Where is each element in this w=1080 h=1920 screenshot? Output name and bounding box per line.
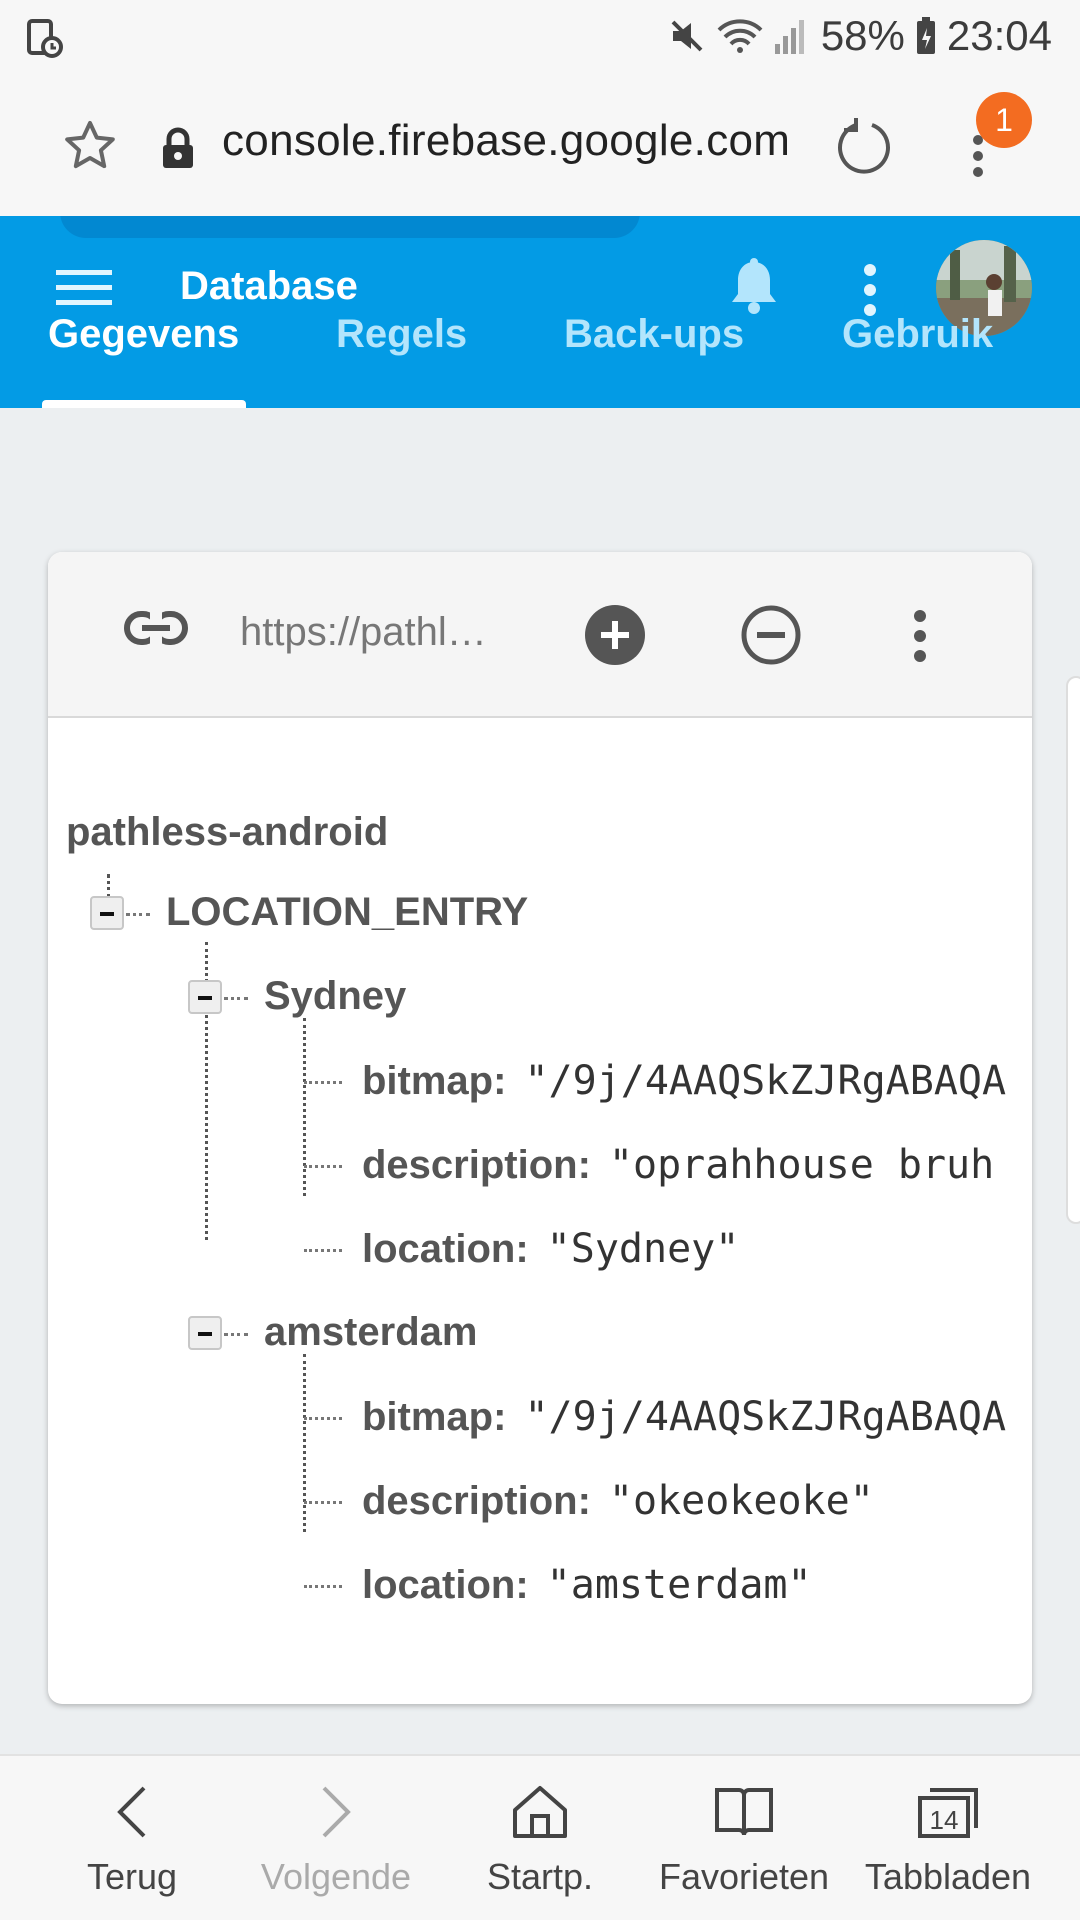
tree-connector: [224, 1333, 248, 1336]
tree-connector: [304, 1417, 342, 1420]
menu-icon[interactable]: [56, 268, 112, 313]
back-icon: [117, 1786, 146, 1838]
battery-percent: 58%: [820, 12, 905, 59]
screen-recorder-icon: [26, 18, 64, 63]
home-button[interactable]: Startp.: [440, 1756, 640, 1920]
reload-icon[interactable]: [836, 116, 892, 181]
tree-node-amsterdam[interactable]: amsterdam: [264, 1310, 477, 1355]
field-value[interactable]: "oprahhouse bruh: [609, 1142, 994, 1188]
tabs-label: Tabbladen: [864, 1856, 1032, 1897]
remove-child-button[interactable]: [740, 604, 802, 671]
page-title: Database: [180, 264, 358, 308]
tree-leaf[interactable]: description: "okeokeoke": [362, 1478, 874, 1524]
lock-icon: [160, 126, 196, 175]
forward-label: Volgende: [260, 1856, 412, 1897]
tree-connector: [304, 1585, 342, 1588]
tree-leaf[interactable]: location: "amsterdam": [362, 1562, 812, 1608]
tab-gebruik[interactable]: Gebruik: [842, 312, 993, 357]
tree-leaf[interactable]: location: "Sydney": [362, 1226, 739, 1272]
url-field[interactable]: console.firebase.google.com: [222, 116, 790, 166]
field-value[interactable]: "okeokeoke": [609, 1478, 874, 1524]
clock: 23:04: [946, 12, 1052, 59]
home-icon: [513, 1786, 567, 1838]
link-icon[interactable]: [124, 608, 188, 653]
field-key: location:: [362, 1563, 529, 1607]
field-value[interactable]: "Sydney": [547, 1226, 740, 1272]
tree-connector: [304, 1249, 342, 1252]
tab-bar: Gegevens Regels Back-ups Gebruik: [0, 312, 1080, 378]
field-key: bitmap:: [362, 1395, 507, 1439]
tree-connector: [304, 1501, 342, 1504]
browser-address-bar: console.firebase.google.com 1: [0, 78, 1080, 216]
tabs-icon: 14: [918, 1788, 978, 1838]
tab-count: 14: [930, 1805, 959, 1835]
tree-leaf[interactable]: bitmap: "/9j/4AAQSkZJRgABAQA: [362, 1394, 1006, 1440]
field-value[interactable]: "/9j/4AAQSkZJRgABAQA: [524, 1394, 1006, 1440]
back-button[interactable]: Terug: [32, 1756, 232, 1920]
more-vert-icon[interactable]: [912, 608, 928, 669]
notification-badge[interactable]: 1: [976, 92, 1032, 148]
field-value[interactable]: "amsterdam": [547, 1562, 812, 1608]
search-pill: [60, 216, 640, 238]
add-child-button[interactable]: [584, 604, 646, 671]
tab-gegevens[interactable]: Gegevens: [48, 312, 239, 357]
bookmarks-label: Favorieten: [658, 1856, 830, 1897]
tree-node-sydney[interactable]: Sydney: [264, 974, 406, 1019]
collapse-toggle[interactable]: [188, 980, 222, 1014]
field-key: description:: [362, 1143, 591, 1187]
collapse-toggle[interactable]: [90, 896, 124, 930]
bookmarks-icon: [715, 1788, 773, 1836]
tree-connector: [304, 1081, 342, 1084]
forward-button[interactable]: Volgende: [236, 1756, 436, 1920]
bookmarks-button[interactable]: Favorieten: [644, 1756, 844, 1920]
side-scroll-handle[interactable]: [1066, 676, 1080, 1224]
tree-connector: [303, 1354, 306, 1532]
signal-icon: [773, 16, 807, 56]
firebase-app-bar: Database Gegevens Regels Back-ups Gebrui…: [0, 216, 1080, 408]
tree-connector: [303, 1018, 306, 1196]
wifi-icon: [717, 16, 763, 56]
tree-connector: [224, 997, 248, 1000]
database-toolbar: https://pathl…: [48, 552, 1032, 718]
field-value[interactable]: "/9j/4AAQSkZJRgABAQA: [524, 1058, 1006, 1104]
forward-icon: [322, 1786, 351, 1838]
mute-icon: [667, 16, 707, 56]
field-key: bitmap:: [362, 1059, 507, 1103]
tree-connector: [304, 1165, 342, 1168]
star-icon[interactable]: [62, 118, 118, 179]
tree-connector: [126, 913, 150, 916]
tree-leaf[interactable]: bitmap: "/9j/4AAQSkZJRgABAQA: [362, 1058, 1006, 1104]
home-label: Startp.: [486, 1856, 594, 1897]
database-tree: pathless-android LOCATION_ENTRY Sydney b…: [48, 718, 1032, 1704]
status-bar: 58% 23:04: [0, 0, 1080, 78]
back-label: Terug: [86, 1856, 178, 1897]
tab-regels[interactable]: Regels: [336, 312, 467, 357]
reference-url[interactable]: https://pathl…: [240, 610, 487, 655]
tab-back-ups[interactable]: Back-ups: [564, 312, 744, 357]
active-tab-indicator: [42, 400, 246, 408]
browser-bottom-nav: Terug Volgende Startp. Favorieten 14 Tab…: [0, 1754, 1080, 1920]
database-card: https://pathl… pathless-android LOCATION…: [48, 552, 1032, 1704]
tree-leaf[interactable]: description: "oprahhouse bruh: [362, 1142, 994, 1188]
battery-icon: [915, 16, 937, 56]
field-key: location:: [362, 1227, 529, 1271]
tree-connector: [107, 874, 110, 898]
tree-node-location-entry[interactable]: LOCATION_ENTRY: [166, 890, 528, 935]
collapse-toggle[interactable]: [188, 1316, 222, 1350]
tree-root[interactable]: pathless-android: [66, 810, 388, 855]
tabs-button[interactable]: 14 Tabbladen: [848, 1756, 1048, 1920]
field-key: description:: [362, 1479, 591, 1523]
